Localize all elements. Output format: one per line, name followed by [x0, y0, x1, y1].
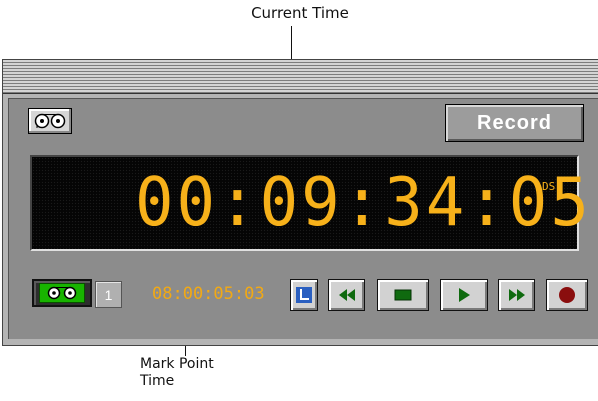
record-transport-button[interactable]: [546, 279, 588, 311]
mark-in-button[interactable]: [290, 279, 318, 311]
reel-green-icon: [39, 283, 85, 303]
reel-select-button[interactable]: [32, 279, 92, 307]
play-button[interactable]: [440, 279, 488, 311]
fast-forward-button[interactable]: [498, 279, 535, 311]
current-time-callout: Current Time: [251, 4, 349, 22]
tape-button[interactable]: [28, 108, 72, 134]
stop-icon: [394, 289, 412, 301]
window-titlebar[interactable]: [3, 60, 598, 94]
mark-point-callout-line1: Mark Point: [140, 356, 214, 372]
mark-in-icon: [296, 287, 312, 303]
rewind-icon: [338, 289, 355, 301]
mark-point-callout-line2: Time: [140, 373, 175, 389]
stop-button[interactable]: [377, 279, 429, 311]
tape-reel-icon: [34, 113, 66, 129]
track-number-button[interactable]: 1: [95, 281, 122, 308]
frame-mode-indicator: DS: [542, 180, 556, 193]
record-dot-icon: [559, 287, 575, 303]
play-icon: [459, 288, 470, 302]
fast-forward-icon: [508, 289, 525, 301]
rewind-button[interactable]: [328, 279, 365, 311]
record-button[interactable]: Record: [445, 104, 584, 142]
timecode-display: 00:09:34:05: [30, 155, 589, 251]
mark-point-time: 08:00:05:03: [152, 284, 265, 304]
mark-point-callout: Mark Point Time: [140, 356, 214, 390]
current-timecode: 00:09:34:05: [135, 164, 592, 242]
